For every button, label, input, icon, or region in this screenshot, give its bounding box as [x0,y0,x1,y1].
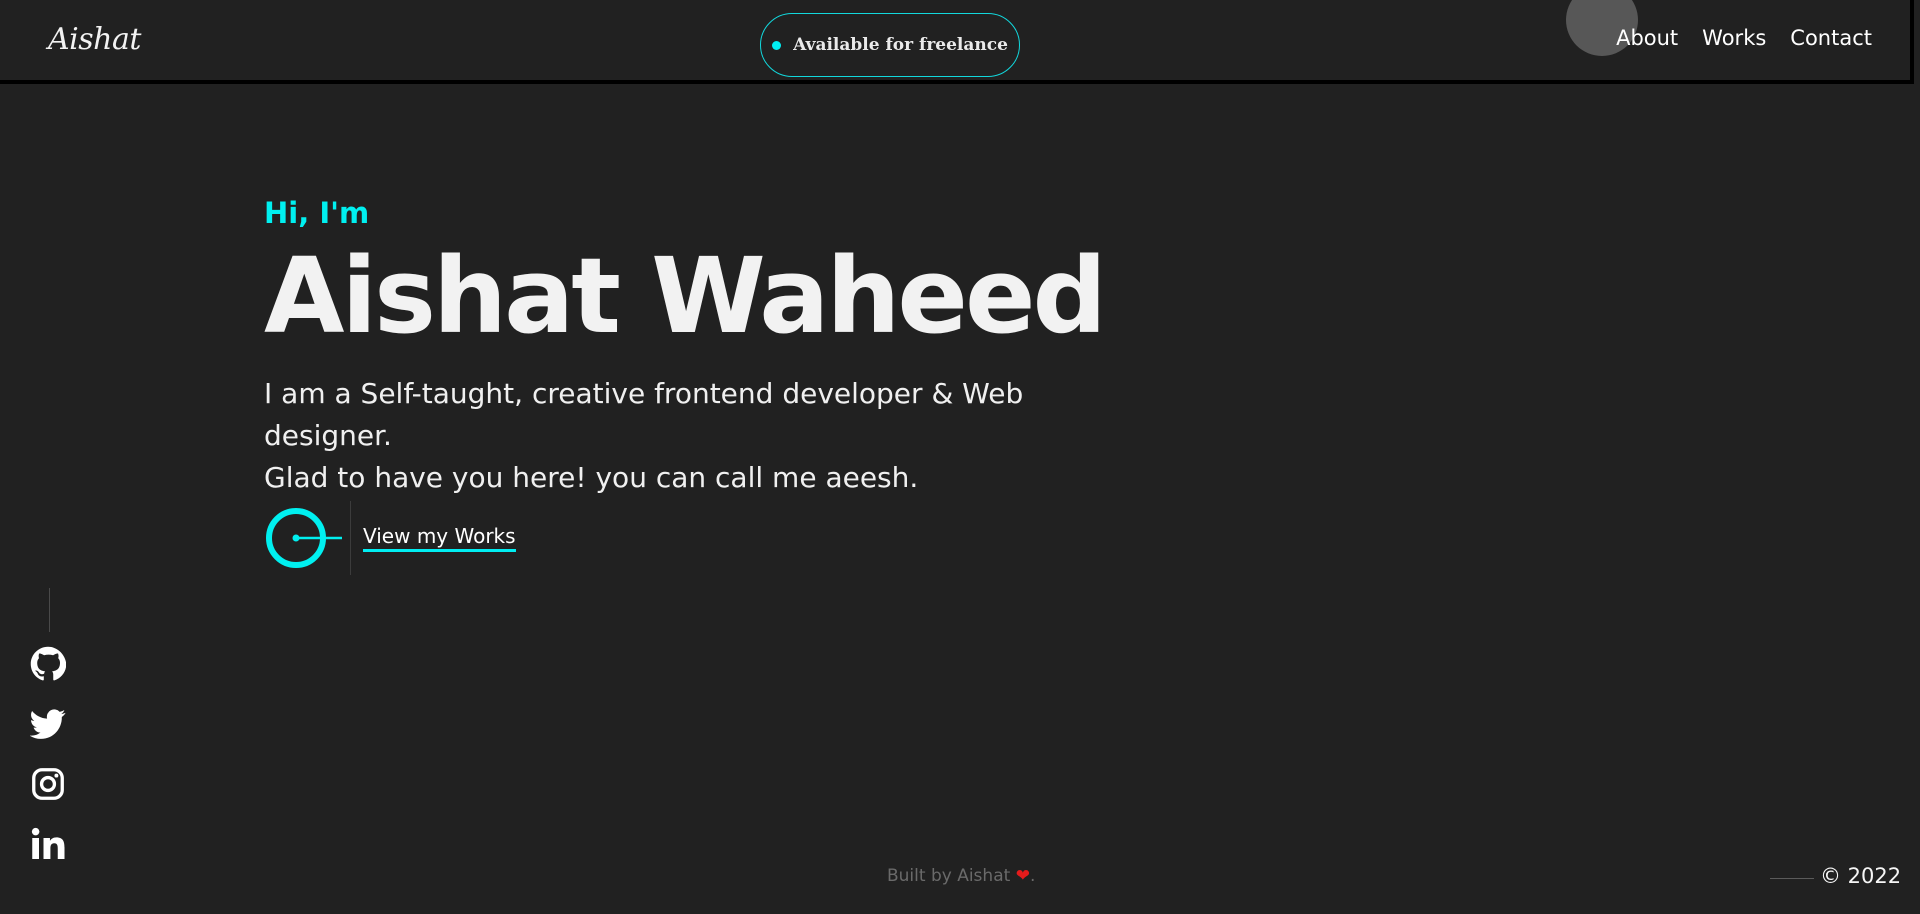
hero-intro: I am a Self-taught, creative frontend de… [264,373,1144,499]
social-links [30,646,66,862]
main-nav: About Works Contact [1616,26,1872,50]
freelance-status-badge[interactable]: Available for freelance [760,13,1020,77]
instagram-icon[interactable] [30,766,66,802]
badge-label: Available for freelance [793,35,1008,55]
site-header: Aishat Available for freelance About Wor… [0,0,1914,84]
linkedin-icon[interactable] [30,826,66,862]
hero-intro-line-1: I am a Self-taught, creative frontend de… [264,377,1024,453]
built-by-text: Built by Aishat [887,866,1011,886]
view-works-cta[interactable]: View my Works [264,500,516,576]
twitter-icon[interactable] [30,706,66,742]
built-by-credit: Built by Aishat ❤. [887,866,1035,886]
view-works-link[interactable]: View my Works [363,524,516,552]
copyright: © 2022 [1820,864,1902,888]
nav-about[interactable]: About [1616,26,1678,50]
hero-section: Hi, I'm Aishat Waheed I am a Self-taught… [264,196,1144,499]
social-divider [49,588,50,632]
nav-works[interactable]: Works [1702,26,1766,50]
target-arrow-icon [266,508,342,568]
built-by-suffix: . [1029,866,1036,886]
cta-separator [350,501,351,575]
hero-greeting: Hi, I'm [264,196,370,230]
github-icon[interactable] [30,646,66,682]
hero-intro-line-2: Glad to have you here! you can call me a… [264,461,919,495]
copyright-divider [1770,878,1814,879]
hero-name: Aishat Waheed [264,235,1107,357]
logo[interactable]: Aishat [48,22,141,57]
status-dot-icon [772,40,782,50]
heart-icon: ❤ [1015,866,1030,886]
nav-contact[interactable]: Contact [1790,26,1872,50]
